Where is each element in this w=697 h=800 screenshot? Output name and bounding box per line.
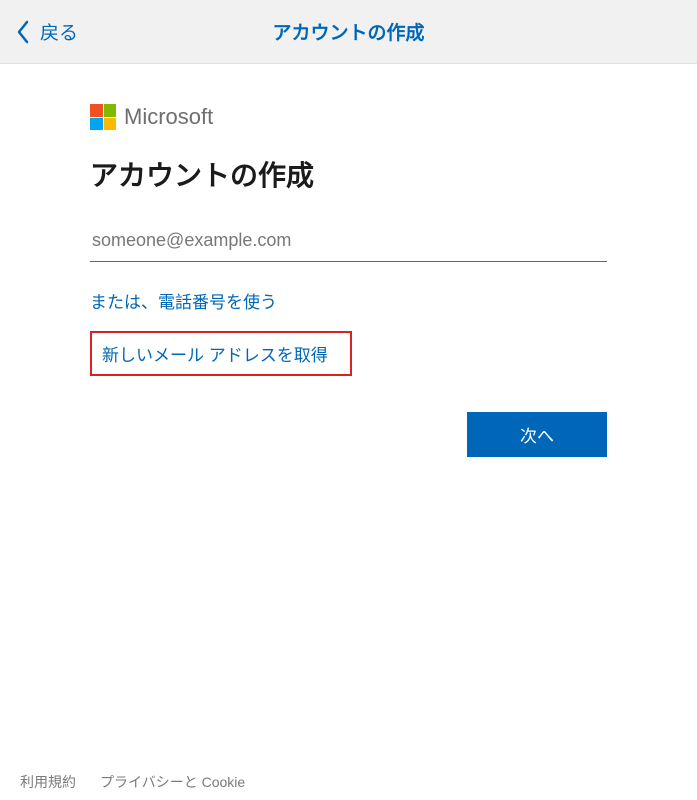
main-content: Microsoft アカウントの作成 または、電話番号を使う 新しいメール アド… — [0, 64, 697, 457]
page-heading: アカウントの作成 — [90, 154, 607, 194]
use-phone-row: または、電話番号を使う — [90, 288, 607, 313]
footer: 利用規約 プライバシーと Cookie — [20, 772, 245, 792]
get-new-email-highlight: 新しいメール アドレスを取得 — [90, 331, 352, 376]
microsoft-logo-text: Microsoft — [124, 104, 213, 130]
back-button[interactable]: 戻る — [16, 18, 78, 45]
privacy-link[interactable]: プライバシーと Cookie — [100, 772, 245, 792]
header-title: アカウントの作成 — [272, 18, 424, 45]
next-button[interactable]: 次へ — [467, 412, 607, 457]
microsoft-logo-icon — [90, 104, 116, 130]
button-row: 次へ — [90, 412, 607, 457]
chevron-left-icon — [16, 20, 30, 44]
use-phone-link[interactable]: または、電話番号を使う — [90, 288, 277, 313]
get-new-email-link[interactable]: 新しいメール アドレスを取得 — [102, 341, 328, 366]
email-input[interactable] — [90, 224, 607, 262]
microsoft-logo: Microsoft — [90, 104, 607, 130]
header-bar: 戻る アカウントの作成 — [0, 0, 697, 64]
back-label: 戻る — [40, 18, 78, 45]
terms-link[interactable]: 利用規約 — [20, 772, 76, 792]
